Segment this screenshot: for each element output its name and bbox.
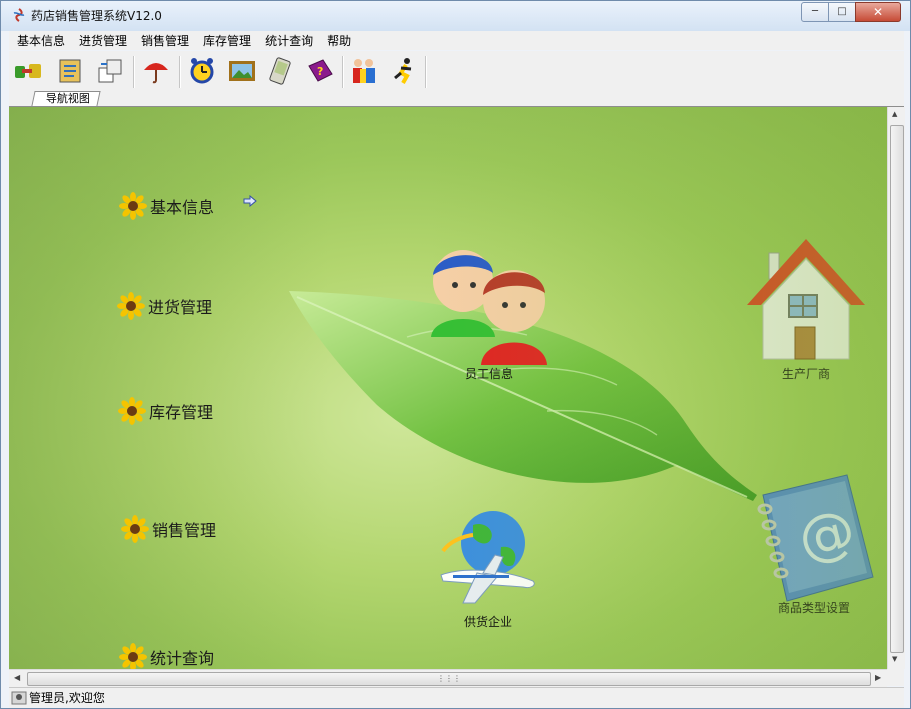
sunflower-icon [117, 292, 145, 320]
vertical-scroll-thumb[interactable] [890, 125, 904, 653]
title-bar: 药店销售管理系统V12.0 ─ □ ✕ [1, 1, 910, 31]
app-window: 药店销售管理系统V12.0 ─ □ ✕ 基本信息 进货管理 销售管理 库存管理 … [0, 0, 911, 709]
pda-icon[interactable] [263, 54, 297, 88]
toolbar: ? [9, 51, 904, 91]
notebook-icon[interactable] [53, 54, 87, 88]
nav-item-inventory[interactable]: 库存管理 [118, 397, 213, 425]
picture-icon[interactable] [225, 54, 259, 88]
status-bar: 管理员,欢迎您 [9, 687, 904, 708]
globe-airplane-icon [440, 511, 535, 604]
horizontal-scrollbar[interactable]: ◀ ⋮⋮⋮ ▶ [9, 669, 887, 687]
toolbar-separator [179, 56, 181, 88]
user-status-icon [11, 691, 27, 705]
sunflower-icon [121, 515, 149, 543]
nav-item-purchase[interactable]: 进货管理 [117, 292, 212, 320]
window-title: 药店销售管理系统V12.0 [31, 9, 162, 23]
menu-purchase[interactable]: 进货管理 [71, 31, 133, 50]
sunflower-icon [118, 397, 146, 425]
alarm-clock-icon[interactable] [185, 54, 219, 88]
horizontal-scroll-thumb[interactable]: ⋮⋮⋮ [27, 672, 871, 686]
menu-sales[interactable]: 销售管理 [133, 31, 195, 50]
sunflower-icon [119, 192, 147, 220]
status-text: 管理员,欢迎您 [29, 691, 105, 705]
users-icon[interactable] [347, 54, 381, 88]
menu-statistics[interactable]: 统计查询 [257, 31, 319, 50]
nav-item-statistics[interactable]: 统计查询 [119, 643, 214, 669]
scrollbar-corner [887, 669, 904, 686]
nav-item-label: 统计查询 [150, 649, 215, 668]
scroll-right-icon[interactable]: ▶ [875, 673, 881, 682]
svg-text:@: @ [792, 497, 862, 574]
scroll-left-icon[interactable]: ◀ [14, 673, 20, 682]
connect-icon[interactable] [11, 54, 45, 88]
svg-text:?: ? [317, 65, 323, 78]
toolbar-separator [425, 56, 427, 88]
nav-item-sales[interactable]: 销售管理 [121, 515, 216, 543]
employees-icon [431, 250, 547, 365]
employee-info-label: 员工信息 [464, 367, 513, 381]
house-icon [747, 239, 865, 360]
transfer-icon[interactable] [93, 54, 127, 88]
leaf-background-image [289, 291, 757, 501]
tab-navigation-view[interactable]: 导航视图 [31, 91, 101, 106]
toolbar-separator [342, 56, 344, 88]
menu-help[interactable]: 帮助 [319, 31, 357, 50]
close-button[interactable]: ✕ [855, 2, 901, 22]
tab-strip: 导航视图 [9, 91, 904, 107]
sunflower-icon [119, 643, 147, 669]
product-category-settings-button[interactable]: @ 商品类型设置 [747, 473, 881, 616]
arrow-right-icon [243, 195, 257, 207]
help-book-icon[interactable]: ? [303, 54, 337, 88]
nav-item-basic-info[interactable]: 基本信息 [119, 192, 214, 220]
vertical-scrollbar[interactable]: ▲ ▼ [887, 107, 905, 669]
umbrella-icon[interactable] [139, 54, 173, 88]
nav-item-label: 进货管理 [148, 298, 213, 317]
employee-info-button[interactable]: 员工信息 [421, 243, 557, 382]
product-category-settings-label: 商品类型设置 [777, 601, 850, 615]
menu-inventory[interactable]: 库存管理 [195, 31, 257, 50]
supplier-label: 供货企业 [463, 615, 512, 629]
navigation-view: 基本信息 进货管理 库存管理 销售管理 统计查询 员工信息 生产厂商 供货企业 … [9, 107, 887, 669]
app-icon [13, 8, 25, 22]
supplier-button[interactable]: 供货企业 [433, 507, 543, 630]
maximize-button[interactable]: □ [828, 2, 856, 22]
scroll-down-icon[interactable]: ▼ [892, 655, 897, 663]
toolbar-separator [133, 56, 135, 88]
address-book-icon: @ [757, 474, 874, 602]
minimize-button[interactable]: ─ [801, 2, 829, 22]
manufacturer-label: 生产厂商 [781, 367, 830, 381]
menu-basic-info[interactable]: 基本信息 [9, 31, 71, 50]
nav-item-label: 销售管理 [152, 521, 217, 540]
nav-item-label: 库存管理 [149, 403, 214, 422]
tab-label: 导航视图 [45, 92, 90, 105]
manufacturer-button[interactable]: 生产厂商 [741, 235, 871, 382]
runner-icon[interactable] [387, 54, 421, 88]
menu-bar: 基本信息 进货管理 销售管理 库存管理 统计查询 帮助 [9, 31, 904, 50]
nav-item-label: 基本信息 [150, 198, 215, 217]
scroll-up-icon[interactable]: ▲ [892, 110, 897, 118]
